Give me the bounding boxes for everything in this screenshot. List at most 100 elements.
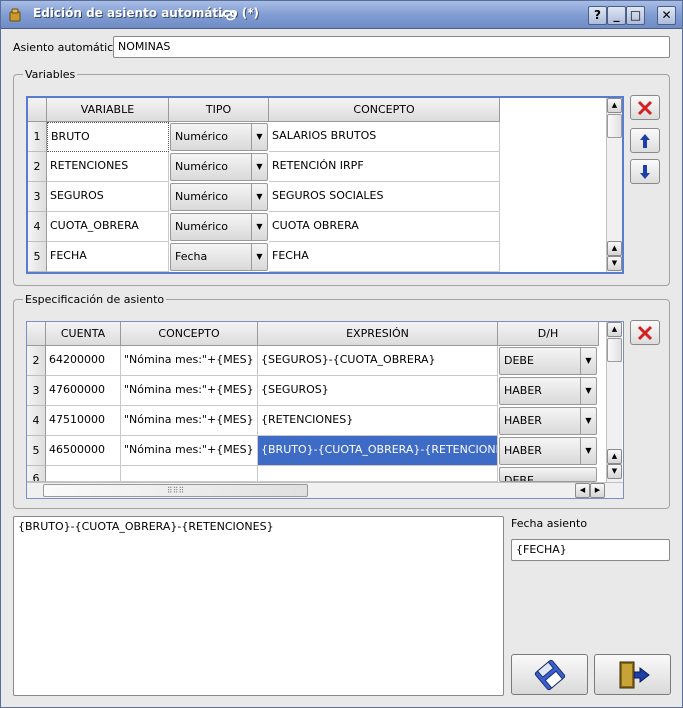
row-number[interactable]: 1 (28, 122, 47, 152)
variable-cell[interactable]: SEGUROS (47, 182, 169, 212)
variables-table[interactable]: VARIABLE TIPO CONCEPTO 1 BRUTO Numérico ▼… (26, 96, 624, 274)
close-button[interactable]: ✕ (657, 6, 676, 25)
row-number[interactable]: 3 (28, 182, 47, 212)
corner-header (28, 98, 47, 122)
concepto-cell[interactable]: RETENCIÓN IRPF (269, 152, 500, 182)
tipo-combo[interactable]: Fecha ▼ (170, 243, 268, 271)
tipo-combo[interactable]: Numérico ▼ (170, 183, 268, 211)
column-header-variable[interactable]: VARIABLE (47, 98, 169, 122)
chevron-down-icon: ▼ (251, 244, 267, 270)
dh-combo[interactable]: HABER ▼ (499, 377, 597, 405)
dh-combo[interactable]: DEBE ▼ (499, 347, 597, 375)
concepto-cell[interactable]: SALARIOS BRUTOS (269, 122, 500, 152)
dh-combo[interactable]: DEBE (499, 467, 597, 482)
fecha-input[interactable]: {FECHA} (511, 539, 670, 561)
asiento-label: Asiento automático: (13, 41, 124, 54)
delete-icon (637, 100, 653, 116)
dh-combo[interactable]: HABER ▼ (499, 437, 597, 465)
delete-line-button[interactable] (630, 320, 660, 345)
scroll-down-icon[interactable]: ▼ (607, 256, 622, 271)
column-header-cuenta[interactable]: CUENTA (46, 322, 121, 346)
row-number[interactable]: 6 (27, 466, 46, 482)
variable-cell[interactable]: CUOTA_OBRERA (47, 212, 169, 242)
expression-textarea[interactable]: {BRUTO}-{CUOTA_OBRERA}-{RETENCIONES} (13, 516, 504, 696)
expresion-cell-selected[interactable]: {BRUTO}-{CUOTA_OBRERA}-{RETENCIONES} (258, 436, 498, 466)
concepto-cell[interactable]: SEGUROS SOCIALES (269, 182, 500, 212)
dh-combo[interactable]: HABER ▼ (499, 407, 597, 435)
row-number[interactable]: 4 (27, 406, 46, 436)
concepto-cell[interactable]: "Nómina mes:"+{MES} (121, 376, 258, 406)
hscroll-thumb[interactable]: ⠿⠿⠿ (43, 484, 308, 497)
row-number[interactable]: 2 (28, 152, 47, 182)
dh-value: HABER (504, 444, 542, 457)
dh-value: HABER (504, 414, 542, 427)
variable-cell[interactable]: BRUTO (47, 122, 169, 152)
row-number[interactable]: 5 (28, 242, 47, 272)
minimize-button[interactable]: _ (607, 6, 626, 25)
horizontal-scrollbar[interactable]: ⠿⠿⠿ ◀ ▶ (27, 482, 623, 498)
scroll-up-icon[interactable]: ▲ (607, 241, 622, 256)
cuenta-cell[interactable] (46, 466, 121, 482)
expresion-cell[interactable] (258, 466, 498, 482)
scroll-right-icon[interactable]: ▶ (590, 483, 605, 498)
cuenta-cell[interactable]: 47600000 (46, 376, 121, 406)
variable-cell[interactable]: FECHA (47, 242, 169, 272)
exit-button[interactable] (594, 654, 671, 695)
vertical-scrollbar[interactable]: ▲ ▲ ▼ (606, 322, 622, 482)
tipo-combo[interactable]: Numérico ▼ (170, 123, 268, 151)
move-up-button[interactable] (630, 128, 660, 153)
row-number[interactable]: 4 (28, 212, 47, 242)
variables-group-title: Variables (23, 68, 78, 81)
especificacion-table[interactable]: CUENTA CONCEPTO EXPRESIÓN D/H 2 64200000… (26, 321, 624, 499)
concepto-cell[interactable]: CUOTA OBRERA (269, 212, 500, 242)
dh-value: HABER (504, 384, 542, 397)
variable-cell[interactable]: RETENCIONES (47, 152, 169, 182)
window: Edición de asiento automático (*) ? _ □ … (0, 0, 683, 708)
column-header-expresion[interactable]: EXPRESIÓN (258, 322, 498, 346)
column-header-dh[interactable]: D/H (498, 322, 599, 346)
asiento-input[interactable]: NOMINAS (113, 36, 670, 58)
scroll-up-icon[interactable]: ▲ (607, 322, 622, 337)
tipo-value: Numérico (175, 190, 229, 203)
maximize-button[interactable]: □ (626, 6, 645, 25)
scroll-thumb[interactable] (607, 114, 622, 138)
chevron-down-icon: ▼ (251, 214, 267, 240)
title-bar[interactable]: Edición de asiento automático (*) ? _ □ … (1, 1, 682, 29)
column-header-tipo[interactable]: TIPO (169, 98, 269, 122)
scroll-left-icon[interactable]: ◀ (575, 483, 590, 498)
expresion-cell[interactable]: {SEGUROS} (258, 376, 498, 406)
tipo-combo[interactable]: Numérico ▼ (170, 153, 268, 181)
expresion-cell[interactable]: {RETENCIONES} (258, 406, 498, 436)
chevron-down-icon: ▼ (580, 348, 596, 374)
row-number[interactable]: 3 (27, 376, 46, 406)
save-button[interactable] (511, 654, 588, 695)
delete-variable-button[interactable] (630, 95, 660, 120)
concepto-cell[interactable]: "Nómina mes:"+{MES} (121, 436, 258, 466)
tipo-value: Fecha (175, 250, 208, 263)
arrow-down-icon (640, 165, 650, 179)
concepto-cell[interactable] (121, 466, 258, 482)
move-down-button[interactable] (630, 159, 660, 184)
cuenta-cell[interactable]: 46500000 (46, 436, 121, 466)
scroll-up-icon[interactable]: ▲ (607, 449, 622, 464)
scroll-thumb[interactable] (607, 338, 622, 362)
column-header-concepto[interactable]: CONCEPTO (121, 322, 258, 346)
save-icon (534, 659, 566, 691)
column-header-concepto[interactable]: CONCEPTO (269, 98, 500, 122)
scroll-up-icon[interactable]: ▲ (607, 98, 622, 113)
cuenta-cell[interactable]: 47510000 (46, 406, 121, 436)
corner-header (27, 322, 46, 346)
tipo-combo[interactable]: Numérico ▼ (170, 213, 268, 241)
concepto-cell[interactable]: "Nómina mes:"+{MES} (121, 346, 258, 376)
vertical-scrollbar[interactable]: ▲ ▲ ▼ (606, 98, 622, 272)
row-number[interactable]: 2 (27, 346, 46, 376)
row-number[interactable]: 5 (27, 436, 46, 466)
concepto-cell[interactable]: "Nómina mes:"+{MES} (121, 406, 258, 436)
cuenta-cell[interactable]: 64200000 (46, 346, 121, 376)
tipo-value: Numérico (175, 220, 229, 233)
concepto-cell[interactable]: FECHA (269, 242, 500, 272)
especificacion-group-title: Especificación de asiento (23, 293, 167, 306)
help-button[interactable]: ? (588, 6, 607, 25)
expresion-cell[interactable]: {SEGUROS}-{CUOTA_OBRERA} (258, 346, 498, 376)
scroll-down-icon[interactable]: ▼ (607, 464, 622, 479)
